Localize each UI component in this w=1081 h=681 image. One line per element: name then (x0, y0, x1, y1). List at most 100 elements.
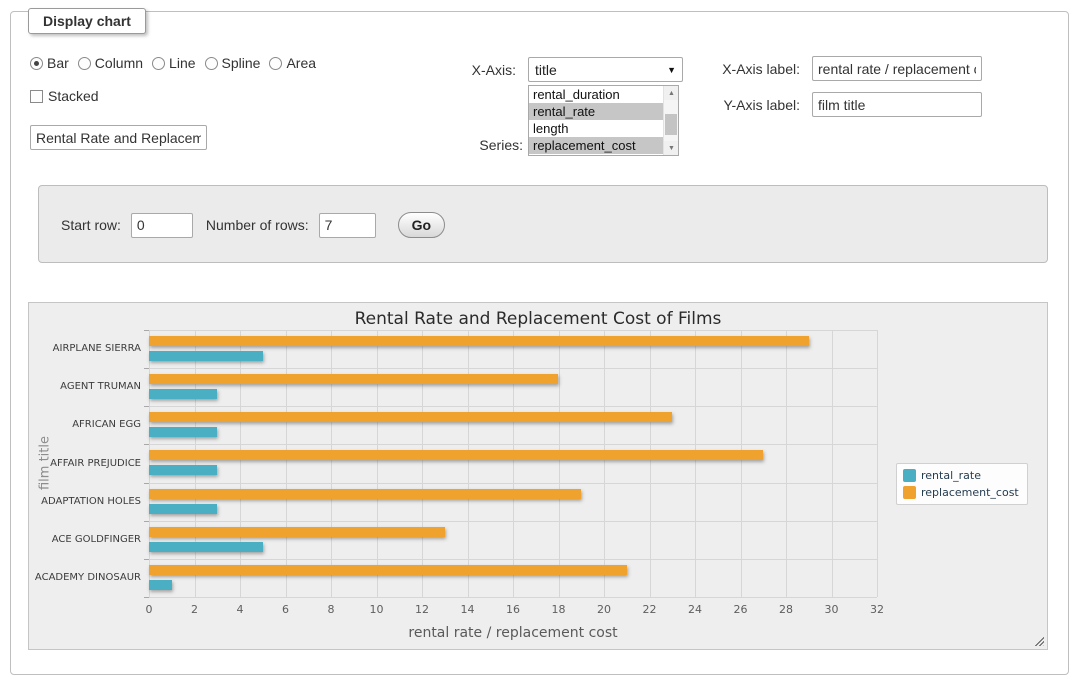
chart-title-input[interactable] (30, 125, 207, 150)
radio-icon[interactable] (205, 57, 218, 70)
x-tick-label: 18 (552, 603, 566, 616)
bar-replacement_cost-african-egg[interactable] (149, 412, 672, 422)
scroll-up-icon[interactable]: ▲ (664, 86, 679, 100)
category-label: AGENT TRUMAN (33, 381, 141, 392)
x-tick-label: 28 (779, 603, 793, 616)
gridline-y (149, 597, 877, 598)
gridline-x (832, 330, 833, 597)
bar-rental_rate-academy-dinosaur[interactable] (149, 580, 172, 590)
bar-rental_rate-ace-goldfinger[interactable] (149, 542, 263, 552)
bar-replacement_cost-ace-goldfinger[interactable] (149, 527, 445, 537)
x-tick-label: 14 (461, 603, 475, 616)
chart-panel: Rental Rate and Replacement Cost of Film… (28, 302, 1048, 650)
bar-replacement_cost-airplane-sierra[interactable] (149, 336, 809, 346)
bar-rental_rate-affair-prejudice[interactable] (149, 465, 217, 475)
y-tickmark (144, 597, 149, 598)
stacked-checkbox[interactable] (30, 90, 43, 103)
gridline-x (286, 330, 287, 597)
category-label: AFFAIR PREJUDICE (33, 458, 141, 469)
resize-grip-icon[interactable] (1033, 635, 1044, 646)
x-tick-label: 4 (237, 603, 244, 616)
series-option-rental_duration[interactable]: rental_duration (529, 86, 663, 103)
scroll-down-icon[interactable]: ▼ (664, 141, 679, 155)
gridline-x (240, 330, 241, 597)
x-axis-select[interactable]: title ▼ (528, 57, 683, 82)
radio-label: Column (95, 55, 143, 71)
radio-icon[interactable] (152, 57, 165, 70)
legend-item-replacement_cost[interactable]: replacement_cost (903, 486, 1019, 499)
series-listbox[interactable]: rental_durationrental_ratelengthreplacem… (528, 85, 679, 156)
bar-replacement_cost-academy-dinosaur[interactable] (149, 565, 627, 575)
number-of-rows-input[interactable] (319, 213, 376, 238)
gridline-y (149, 330, 877, 331)
gridline-y (149, 406, 877, 407)
y-tickmark (144, 444, 149, 445)
bar-rental_rate-airplane-sierra[interactable] (149, 351, 263, 361)
gridline-x (513, 330, 514, 597)
x-tick-label: 32 (870, 603, 884, 616)
x-tick-label: 16 (506, 603, 520, 616)
y-axis-label-label: Y-Axis label: (700, 97, 800, 113)
x-axis-label-input[interactable] (812, 56, 982, 81)
start-row-input[interactable] (131, 213, 193, 238)
y-tickmark (144, 330, 149, 331)
x-tick-label: 22 (643, 603, 657, 616)
bar-rental_rate-african-egg[interactable] (149, 427, 217, 437)
x-tick-label: 30 (825, 603, 839, 616)
legend-label: replacement_cost (921, 486, 1019, 499)
gridline-x (195, 330, 196, 597)
series-option-length[interactable]: length (529, 120, 663, 137)
stacked-label: Stacked (48, 88, 99, 104)
gridline-x (559, 330, 560, 597)
x-axis-label-label: X-Axis label: (700, 61, 800, 77)
bar-rental_rate-adaptation-holes[interactable] (149, 504, 217, 514)
gridline-x (377, 330, 378, 597)
chart-legend: rental_rate replacement_cost (896, 463, 1028, 505)
radio-label: Bar (47, 55, 69, 71)
category-label: ADAPTATION HOLES (33, 496, 141, 507)
chart-type-area[interactable]: Area (269, 55, 316, 71)
bar-replacement_cost-agent-truman[interactable] (149, 374, 558, 384)
stacked-option[interactable]: Stacked (30, 88, 99, 104)
category-label: ACADEMY DINOSAUR (33, 572, 141, 583)
series-option-rental_rate[interactable]: rental_rate (529, 103, 663, 120)
y-axis-label-input[interactable] (812, 92, 982, 117)
legend-swatch-icon (903, 486, 916, 499)
chart-type-line[interactable]: Line (152, 55, 195, 71)
chart-type-spline[interactable]: Spline (205, 55, 261, 71)
gridline-x (331, 330, 332, 597)
series-option-replacement_cost[interactable]: replacement_cost (529, 137, 663, 154)
gridline-x (650, 330, 651, 597)
bar-replacement_cost-adaptation-holes[interactable] (149, 489, 581, 499)
gridline-y (149, 521, 877, 522)
number-of-rows-label: Number of rows: (206, 217, 309, 233)
plot-area (149, 330, 877, 597)
x-tick-label: 0 (146, 603, 153, 616)
radio-label: Spline (222, 55, 261, 71)
gridline-y (149, 483, 877, 484)
y-tickmark (144, 559, 149, 560)
legend-label: rental_rate (921, 469, 981, 482)
legend-item-rental_rate[interactable]: rental_rate (903, 469, 1019, 482)
series-scrollbar[interactable]: ▲ ▼ (663, 86, 678, 155)
legend-swatch-icon (903, 469, 916, 482)
chart-type-column[interactable]: Column (78, 55, 143, 71)
radio-icon[interactable] (78, 57, 91, 70)
x-tick-label: 20 (597, 603, 611, 616)
y-tickmark (144, 521, 149, 522)
x-tick-label: 10 (370, 603, 384, 616)
x-tick-label: 2 (191, 603, 198, 616)
gridline-x (877, 330, 878, 597)
display-chart-tab[interactable]: Display chart (28, 8, 146, 34)
bar-replacement_cost-affair-prejudice[interactable] (149, 450, 763, 460)
x-tick-label: 12 (415, 603, 429, 616)
radio-icon[interactable] (269, 57, 282, 70)
gridline-x (149, 330, 150, 597)
radio-label: Area (286, 55, 316, 71)
bar-rental_rate-agent-truman[interactable] (149, 389, 217, 399)
x-tick-label: 24 (688, 603, 702, 616)
chart-type-bar[interactable]: Bar (30, 55, 69, 71)
radio-icon[interactable] (30, 57, 43, 70)
scrollbar-thumb[interactable] (665, 114, 677, 135)
go-button[interactable]: Go (398, 212, 445, 238)
